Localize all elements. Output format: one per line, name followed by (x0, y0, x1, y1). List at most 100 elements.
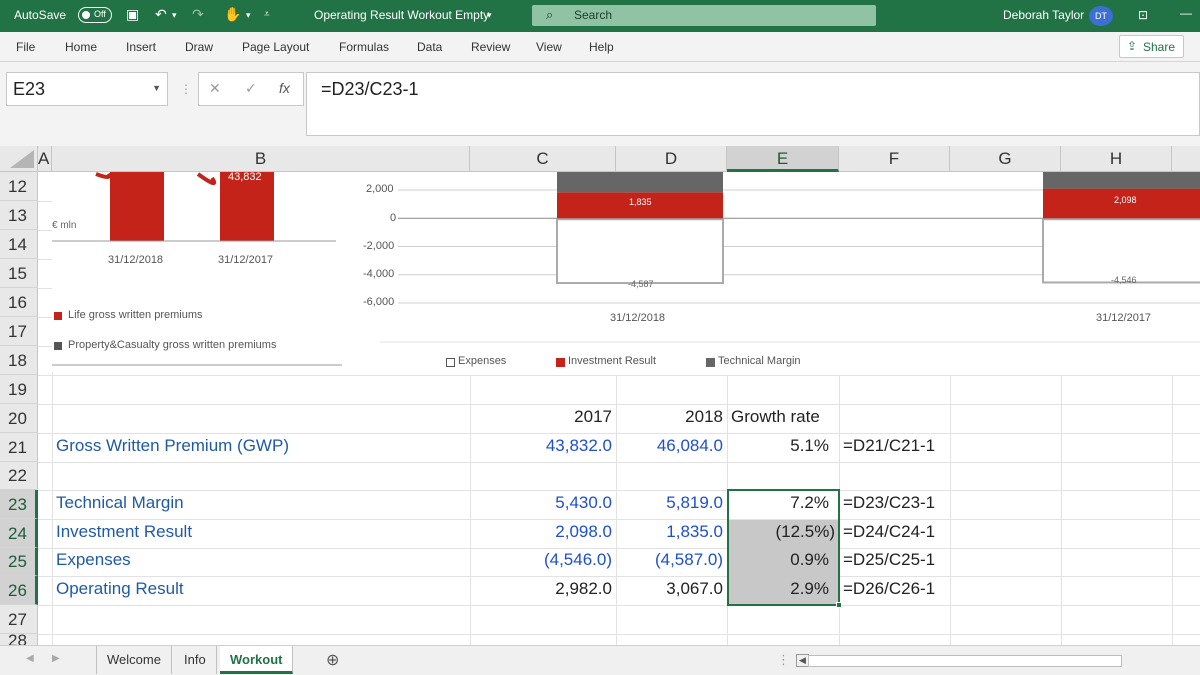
sheet-tab-welcome[interactable]: Welcome (96, 646, 172, 674)
technical-margin-formula[interactable]: =D23/C23-1 (843, 493, 935, 513)
row-header-22[interactable]: 22 (0, 462, 38, 490)
investment-result-formula[interactable]: =D24/C24-1 (843, 522, 935, 542)
row-header-17[interactable]: 17 (0, 317, 38, 346)
label-technical-margin[interactable]: Technical Margin (56, 493, 184, 513)
tab-view[interactable]: View (536, 40, 562, 54)
tab-file[interactable]: File (16, 40, 35, 54)
tab-insert[interactable]: Insert (126, 40, 156, 54)
column-header-a[interactable]: A (38, 146, 52, 172)
row-header-19[interactable]: 19 (0, 375, 38, 404)
avatar[interactable]: DT (1089, 6, 1113, 26)
chart-or-label-exp-2017: -4,546 (1111, 275, 1137, 285)
column-header-g[interactable]: G (950, 146, 1061, 172)
header-2018[interactable]: 2018 (616, 407, 723, 427)
chart-gwp[interactable]: € mln 31/12/2018 31/12/2017 43,832 Life … (52, 172, 350, 372)
row-header-16[interactable]: 16 (0, 288, 38, 317)
label-operating-result[interactable]: Operating Result (56, 579, 184, 599)
sheet-tab-info[interactable]: Info (174, 646, 217, 674)
minimize-icon[interactable]: — (1180, 6, 1192, 20)
insert-function-icon[interactable]: fx (279, 80, 290, 96)
chart-operating-result[interactable]: 2,000 0 -2,000 -4,000 -6,000 1,835 2,098… (350, 172, 1200, 375)
investment-result-2017[interactable]: 2,098.0 (470, 522, 612, 542)
row-header-13[interactable]: 13 (0, 201, 38, 230)
chart-or-bar-expenses-1 (1042, 218, 1200, 284)
select-all-corner[interactable] (0, 146, 38, 172)
document-title[interactable]: Operating Result Workout Empty (314, 8, 489, 22)
label-investment-result[interactable]: Investment Result (56, 522, 192, 542)
toggle-knob (82, 11, 90, 19)
column-header-f[interactable]: F (839, 146, 950, 172)
tab-draw[interactable]: Draw (185, 40, 213, 54)
formula-bar-grip-icon[interactable]: ⋮ (180, 82, 192, 96)
autosave-toggle[interactable]: Off (78, 7, 112, 23)
prev-sheet-icon[interactable]: ◀ (26, 653, 34, 664)
technical-margin-2017[interactable]: 5,430.0 (470, 493, 612, 513)
operating-result-2017[interactable]: 2,982.0 (470, 579, 612, 599)
chart-gwp-annotation-stroke-1 (196, 172, 217, 186)
gwp-2017[interactable]: 43,832.0 (470, 436, 612, 456)
sheet-tab-workout[interactable]: Workout (220, 646, 294, 674)
formula-input[interactable]: =D23/C23-1 (306, 72, 1200, 136)
row-header-27[interactable]: 27 (0, 605, 38, 634)
tab-review[interactable]: Review (471, 40, 510, 54)
row-header-26[interactable]: 26 (0, 576, 38, 605)
column-header-h[interactable]: H (1061, 146, 1172, 172)
ribbon-display-icon[interactable]: ⊡ (1138, 8, 1148, 22)
share-button[interactable]: ⇪ Share (1119, 35, 1184, 58)
chart-or-bar-expenses-0 (556, 218, 724, 285)
column-header-b[interactable]: B (52, 146, 470, 172)
column-header-c[interactable]: C (470, 146, 616, 172)
tab-formulas[interactable]: Formulas (339, 40, 389, 54)
row-header-15[interactable]: 15 (0, 259, 38, 288)
technical-margin-2018[interactable]: 5,819.0 (616, 493, 723, 513)
cell-grid[interactable]: € mln 31/12/2018 31/12/2017 43,832 Life … (38, 172, 1200, 645)
expenses-2017[interactable]: (4,546.0) (470, 550, 612, 570)
column-header-d[interactable]: D (616, 146, 727, 172)
customize-toolbar-icon[interactable]: ⩡ (264, 9, 270, 20)
header-2017[interactable]: 2017 (470, 407, 612, 427)
touch-dropdown-icon[interactable]: ▾ (246, 10, 251, 21)
name-box[interactable]: E23 ▼ (6, 72, 168, 106)
undo-icon[interactable]: ↶ (155, 6, 167, 23)
horizontal-scrollbar[interactable] (808, 655, 1122, 667)
title-dropdown-icon[interactable]: ▾ (487, 10, 492, 21)
scroll-left-icon[interactable]: ◀ (796, 654, 809, 667)
column-header-e[interactable]: E (727, 146, 839, 172)
save-icon[interactable]: ▣ (126, 6, 139, 23)
enter-icon[interactable]: ✓ (245, 80, 257, 97)
touch-mode-icon[interactable]: ✋ (224, 6, 241, 23)
row-header-14[interactable]: 14 (0, 230, 38, 259)
row-header-12[interactable]: 12 (0, 172, 38, 201)
chevron-down-icon[interactable]: ▼ (152, 83, 161, 93)
tab-split-icon[interactable]: ⋮ (777, 652, 790, 668)
row-header-25[interactable]: 25 (0, 548, 38, 576)
tab-help[interactable]: Help (589, 40, 614, 54)
row-header-20[interactable]: 20 (0, 404, 38, 433)
gwp-2018[interactable]: 46,084.0 (616, 436, 723, 456)
investment-result-2018[interactable]: 1,835.0 (616, 522, 723, 542)
expenses-formula[interactable]: =D25/C25-1 (843, 550, 935, 570)
operating-result-formula[interactable]: =D26/C26-1 (843, 579, 935, 599)
user-name[interactable]: Deborah Taylor (1003, 8, 1084, 22)
operating-result-2018[interactable]: 3,067.0 (616, 579, 723, 599)
redo-icon[interactable]: ↷ (192, 6, 204, 23)
fill-handle[interactable] (836, 602, 842, 608)
row-header-24[interactable]: 24 (0, 519, 38, 548)
tab-data[interactable]: Data (417, 40, 442, 54)
label-gwp[interactable]: Gross Written Premium (GWP) (56, 436, 289, 456)
row-header-21[interactable]: 21 (0, 433, 38, 462)
tab-home[interactable]: Home (65, 40, 97, 54)
row-header-23[interactable]: 23 (0, 490, 38, 519)
search-box[interactable]: ⌕ Search (532, 5, 876, 26)
cancel-icon[interactable]: ✕ (209, 80, 221, 97)
expenses-2018[interactable]: (4,587.0) (616, 550, 723, 570)
undo-dropdown-icon[interactable]: ▾ (172, 10, 177, 21)
label-expenses[interactable]: Expenses (56, 550, 131, 570)
next-sheet-icon[interactable]: ▶ (52, 653, 60, 664)
tab-page-layout[interactable]: Page Layout (242, 40, 309, 54)
header-growth-rate[interactable]: Growth rate (731, 407, 849, 427)
row-header-18[interactable]: 18 (0, 346, 38, 375)
add-sheet-icon[interactable]: ⊕ (326, 650, 339, 670)
gwp-growth[interactable]: 5.1% (727, 436, 829, 456)
gwp-formula[interactable]: =D21/C21-1 (843, 436, 935, 456)
